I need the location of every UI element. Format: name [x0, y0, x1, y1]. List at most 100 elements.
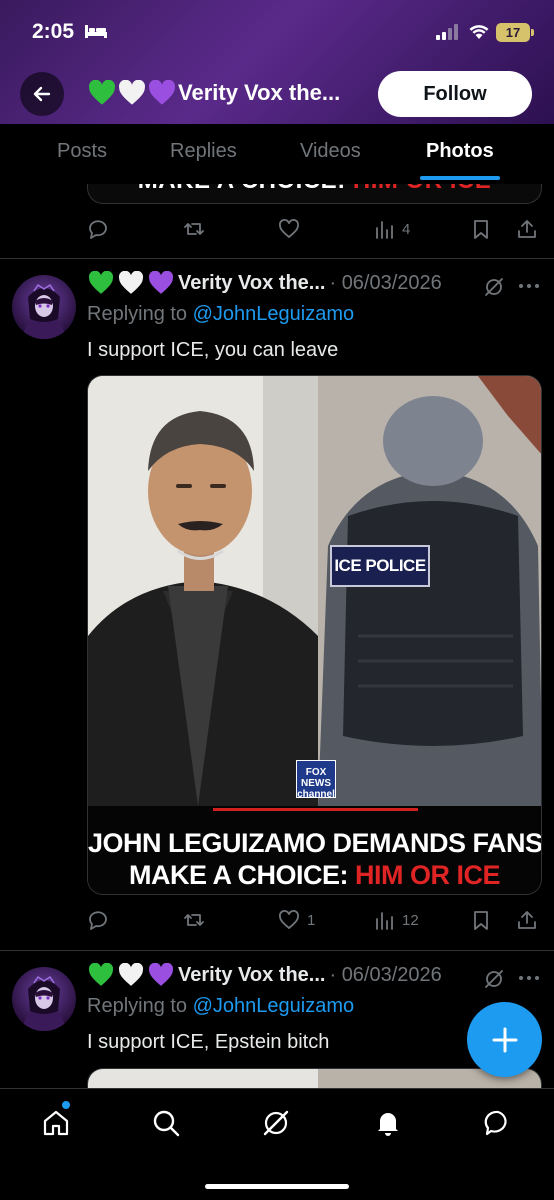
post-date: · 06/03/2026 [329, 271, 442, 294]
post-author-name[interactable]: Verity Vox the... [178, 272, 325, 295]
post-date-text: 06/03/2026 [341, 963, 442, 986]
previous-post-actions: 4 [86, 214, 544, 244]
photos-feed[interactable]: MAKE A CHOICE: HIM OR ICE 4 [0, 184, 554, 1088]
tab-photos[interactable]: Photos [426, 140, 494, 163]
post-date: · 06/03/2026 [329, 963, 442, 986]
chat-bubble-icon [484, 1110, 507, 1136]
media-caption-line1: JOHN LEGUIZAMO DEMANDS FANS [88, 828, 542, 858]
post-header: Verity Vox the... · 06/03/2026 [88, 271, 442, 295]
post-item[interactable]: Verity Vox the... · 06/03/2026 Replying … [0, 951, 554, 1088]
post-actions: 1 12 [86, 905, 544, 935]
post-text: I support ICE, Epstein bitch [87, 1031, 330, 1053]
likes-count: 1 [307, 911, 316, 929]
grok-icon[interactable] [483, 968, 505, 990]
fox-news-logo: FOX NEWS channel [296, 760, 336, 800]
repost-button[interactable] [182, 214, 206, 244]
profile-display-name: Verity Vox the... [88, 80, 340, 106]
heart-outline-icon [279, 219, 299, 239]
purple-heart-icon [148, 271, 174, 294]
search-icon [153, 1110, 180, 1137]
bookmark-button[interactable] [470, 905, 492, 935]
avatar[interactable] [12, 275, 76, 339]
nav-messages[interactable] [480, 1105, 516, 1141]
views-count: 4 [402, 220, 411, 238]
post-date-text: 06/03/2026 [341, 271, 442, 294]
home-icon [43, 1110, 69, 1136]
post-item[interactable]: Verity Vox the... · 06/03/2026 Replying … [0, 259, 554, 949]
previous-post-media[interactable]: MAKE A CHOICE: HIM OR ICE [87, 184, 542, 204]
post-media-image[interactable] [87, 1068, 542, 1088]
heart-outline-icon [279, 910, 299, 930]
purple-heart-icon [148, 963, 174, 986]
views-button[interactable]: 4 [374, 214, 410, 244]
repost-icon [184, 223, 204, 235]
ice-officer-image [318, 376, 541, 806]
white-heart-icon [118, 271, 144, 294]
replying-prefix: Replying to [87, 303, 193, 325]
active-tab-indicator [420, 176, 500, 180]
green-heart-icon [88, 271, 114, 294]
profile-header: 2:05 17 Verity Vox the... Follow [0, 0, 554, 124]
nav-search[interactable] [148, 1105, 184, 1141]
white-heart-icon [118, 963, 144, 986]
follow-button[interactable]: Follow [378, 71, 532, 117]
battery-indicator: 17 [496, 23, 530, 42]
reply-button[interactable] [86, 214, 110, 244]
replying-to: Replying to @JohnLeguizamo [87, 303, 354, 326]
post-author-name[interactable]: Verity Vox the... [178, 964, 325, 987]
like-button[interactable] [277, 214, 301, 244]
nav-notifications[interactable] [370, 1105, 406, 1141]
previous-media-caption-red: HIM OR ICE [353, 184, 491, 194]
post-media-image[interactable]: FOX NEWS channel JOHN LEGUIZAMO DEMANDS … [87, 375, 542, 895]
avatar[interactable] [12, 967, 76, 1031]
ice-police-patch: ICE POLICE [330, 545, 430, 587]
media-caption-line2: MAKE A CHOICE: HIM OR ICE [88, 860, 541, 891]
avatar-image [22, 975, 66, 1031]
tab-replies[interactable]: Replies [170, 140, 237, 163]
views-count: 12 [402, 911, 419, 929]
fox-logo-text: FOX NEWS channel [297, 767, 335, 800]
media-left-panel [88, 1069, 318, 1088]
media-right-panel [318, 376, 541, 806]
header-title: Verity Vox the... [178, 80, 341, 105]
like-button[interactable]: 1 [277, 905, 315, 935]
post-text: I support ICE, you can leave [87, 339, 339, 361]
nav-grok[interactable] [258, 1105, 294, 1141]
share-button[interactable] [516, 905, 538, 935]
replying-handle-link[interactable]: @JohnLeguizamo [193, 303, 355, 325]
more-options-icon[interactable] [518, 975, 540, 981]
previous-media-caption-text: MAKE A CHOICE: [138, 184, 353, 194]
battery-tip [531, 29, 534, 36]
reply-icon [89, 911, 107, 930]
replying-to: Replying to @JohnLeguizamo [87, 995, 354, 1018]
post-header: Verity Vox the... · 06/03/2026 [88, 963, 442, 987]
share-button[interactable] [516, 214, 538, 244]
views-button[interactable]: 12 [374, 905, 419, 935]
arrow-left-icon [33, 86, 51, 102]
green-heart-icon [89, 80, 115, 105]
tab-videos[interactable]: Videos [300, 140, 361, 163]
replying-handle-link[interactable]: @JohnLeguizamo [193, 995, 355, 1017]
share-icon [518, 911, 536, 929]
purple-heart-icon [149, 80, 175, 105]
views-chart-icon [376, 221, 393, 239]
reply-icon [89, 220, 107, 239]
more-options-icon[interactable] [518, 283, 540, 289]
grok-icon[interactable] [483, 276, 505, 298]
wifi-icon [469, 25, 489, 39]
caption-red-line [213, 808, 418, 811]
tab-posts[interactable]: Posts [57, 140, 107, 163]
profile-tabs: Posts Replies Videos Photos [0, 124, 554, 184]
plus-icon [492, 1027, 517, 1052]
man-portrait-image [88, 376, 318, 806]
home-indicator [205, 1184, 349, 1189]
back-button[interactable] [20, 72, 64, 116]
nav-home[interactable] [38, 1105, 74, 1141]
repost-button[interactable] [182, 905, 206, 935]
compose-post-button[interactable] [467, 1002, 542, 1077]
reply-button[interactable] [86, 905, 110, 935]
cellular-signal-icon [436, 24, 458, 40]
caption-line2-text: MAKE A CHOICE: [128, 860, 355, 890]
status-bar: 2:05 17 [0, 0, 554, 62]
bookmark-button[interactable] [470, 214, 492, 244]
